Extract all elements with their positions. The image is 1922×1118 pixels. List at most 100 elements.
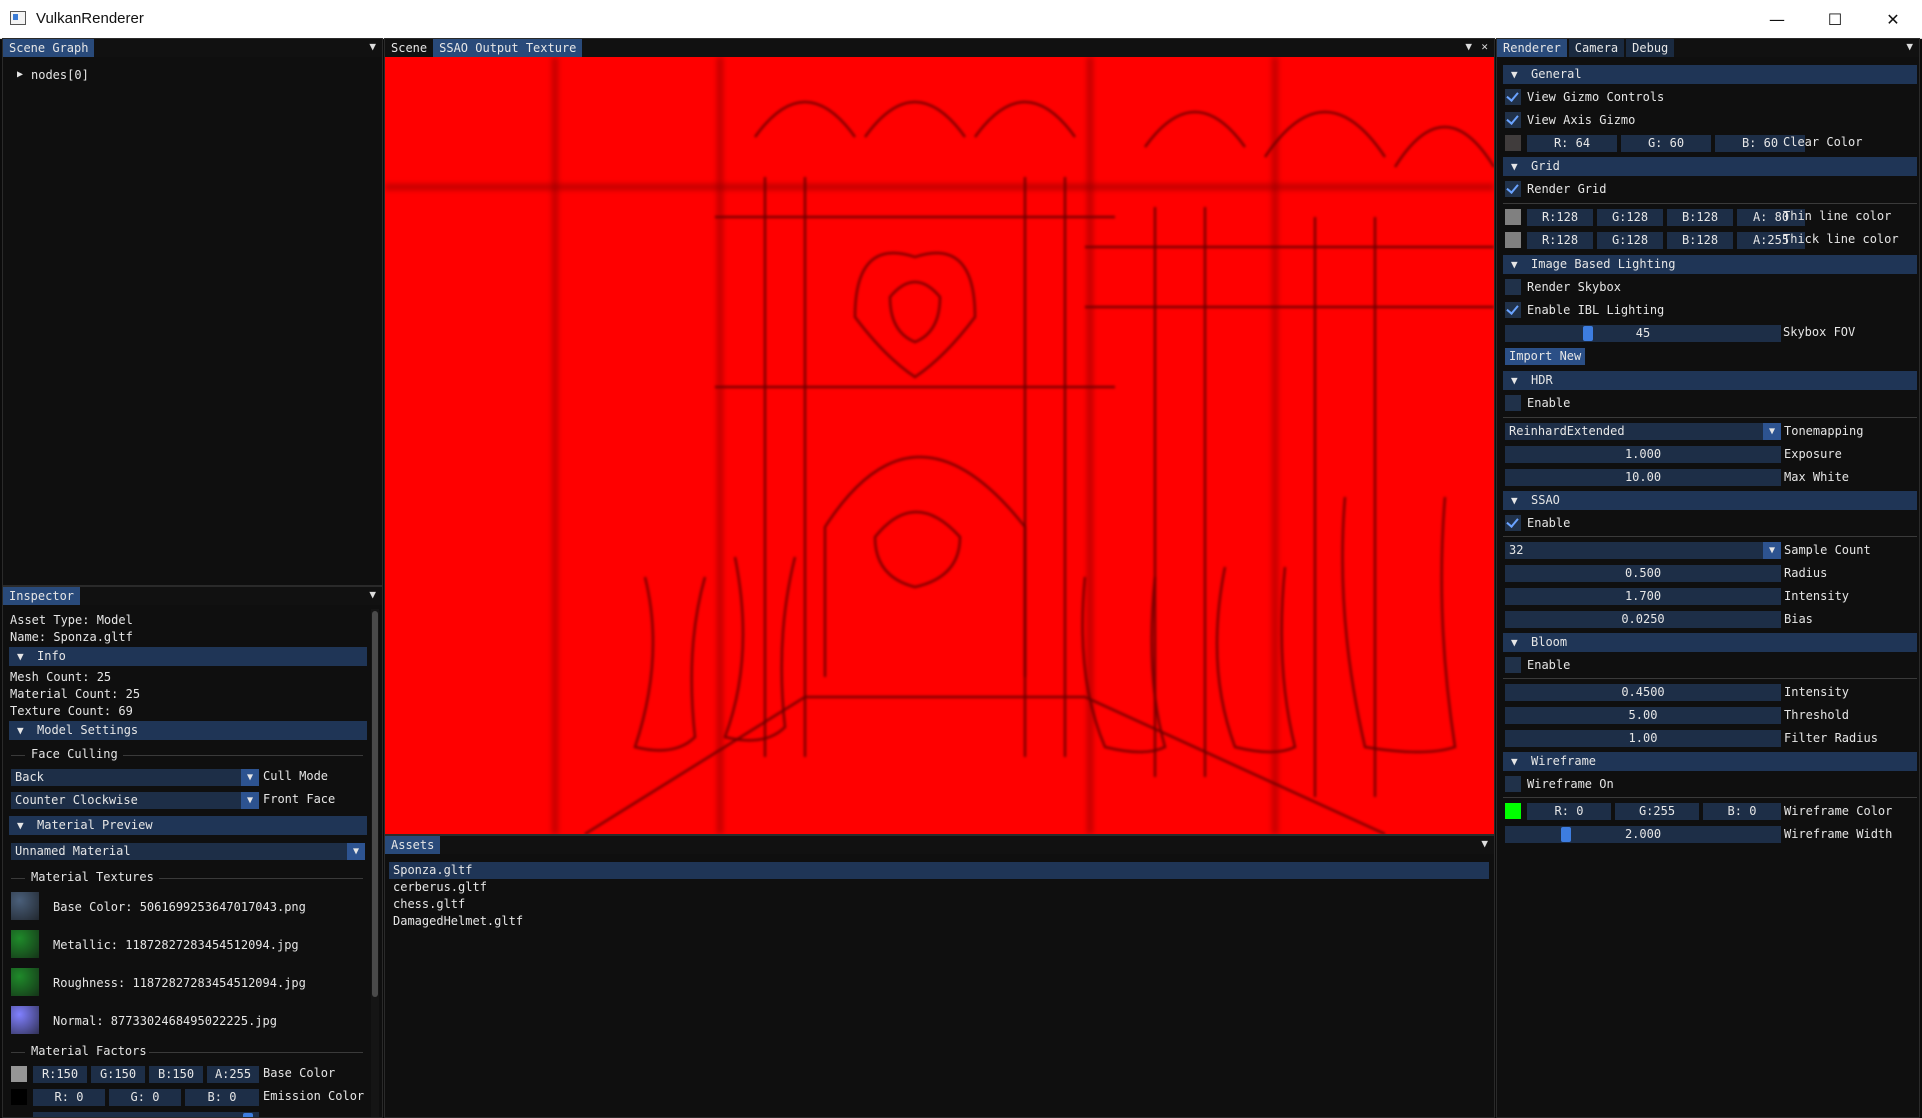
wireframe-color-b[interactable]: B: 0 <box>1703 803 1781 820</box>
tree-node[interactable]: nodes[0] <box>31 68 89 82</box>
base-color-g[interactable]: G:150 <box>91 1066 145 1083</box>
tab-camera[interactable]: Camera <box>1568 39 1625 57</box>
import-new-button[interactable]: Import New <box>1505 348 1586 365</box>
chevron-down-icon: ▼ <box>347 843 365 860</box>
clear-color-swatch[interactable] <box>1505 135 1521 151</box>
texture-thumbnail-roughness[interactable] <box>11 968 39 996</box>
asset-item[interactable]: DamagedHelmet.gltf <box>393 914 523 928</box>
assets-tabbar: Assets <box>385 836 1494 854</box>
tab-renderer[interactable]: Renderer <box>1497 39 1567 57</box>
material-combo[interactable]: Unnamed Material ▼ <box>11 843 365 860</box>
wireframe-color-swatch[interactable] <box>1505 803 1521 819</box>
bloom-header[interactable]: Bloom <box>1503 633 1917 652</box>
asset-item[interactable]: Sponza.gltf <box>393 863 472 877</box>
material-count: Material Count: 25 <box>10 687 141 701</box>
thin-line-b[interactable]: B:128 <box>1667 209 1733 226</box>
ssao-enable-checkbox[interactable] <box>1505 515 1521 531</box>
emission-color-b[interactable]: B: 0 <box>185 1089 259 1106</box>
close-button[interactable]: ✕ <box>1864 0 1922 38</box>
thick-line-b[interactable]: B:128 <box>1667 232 1733 249</box>
enable-ibl-checkbox[interactable] <box>1505 302 1521 318</box>
exposure-slider[interactable]: 1.000 <box>1505 446 1781 463</box>
general-header[interactable]: General <box>1503 65 1917 84</box>
thick-line-g[interactable]: G:128 <box>1597 232 1663 249</box>
emission-color-g[interactable]: G: 0 <box>109 1089 181 1106</box>
view-gizmo-checkbox[interactable] <box>1505 89 1521 105</box>
skybox-fov-grab[interactable] <box>1583 326 1593 341</box>
texture-roughness: Roughness: 11872827283454512094.jpg <box>53 976 306 990</box>
tab-debug[interactable]: Debug <box>1626 39 1675 57</box>
maximize-button[interactable]: ☐ <box>1806 0 1864 38</box>
threshold-slider[interactable]: 5.00 <box>1505 707 1781 724</box>
thick-line-r[interactable]: R:128 <box>1527 232 1593 249</box>
tree-expand-icon[interactable]: ▶ <box>17 69 23 80</box>
emission-color-r[interactable]: R: 0 <box>33 1089 105 1106</box>
texture-thumbnail-base-color[interactable] <box>11 892 39 920</box>
minimize-button[interactable]: — <box>1748 0 1806 38</box>
info-header[interactable]: Info <box>9 647 367 666</box>
wireframe-on-checkbox[interactable] <box>1505 776 1521 792</box>
radius-slider[interactable]: 0.500 <box>1505 565 1781 582</box>
asset-item[interactable]: chess.gltf <box>393 897 465 911</box>
hdr-header[interactable]: HDR <box>1503 371 1917 390</box>
wireframe-width-grab[interactable] <box>1561 827 1571 842</box>
base-color-b[interactable]: B:150 <box>149 1066 203 1083</box>
tab-ssao-output[interactable]: SSAO Output Texture <box>433 39 583 57</box>
bias-label: Bias <box>1784 612 1813 626</box>
sample-count-combo[interactable]: 32 ▼ <box>1505 542 1781 559</box>
thin-line-r[interactable]: R:128 <box>1527 209 1593 226</box>
texture-base-color: Base Color: 5061699253647017043.png <box>53 900 306 914</box>
panel-menu-icon[interactable]: ▼ <box>1906 40 1913 53</box>
partial-slider[interactable] <box>33 1112 259 1117</box>
bloom-enable-checkbox[interactable] <box>1505 657 1521 673</box>
material-preview-header[interactable]: Material Preview <box>9 816 367 835</box>
skybox-fov-slider[interactable]: 45 <box>1505 325 1781 342</box>
thin-line-g[interactable]: G:128 <box>1597 209 1663 226</box>
wireframe-header[interactable]: Wireframe <box>1503 752 1917 771</box>
tonemapping-label: Tonemapping <box>1784 424 1864 438</box>
panel-menu-icon[interactable]: ▼ <box>369 40 376 53</box>
tab-inspector[interactable]: Inspector <box>3 587 81 605</box>
tab-scene[interactable]: Scene <box>385 39 433 57</box>
texture-thumbnail-normal[interactable] <box>11 1006 39 1034</box>
asset-item[interactable]: cerberus.gltf <box>393 880 487 894</box>
panel-menu-icon[interactable]: ▼ <box>369 588 376 601</box>
ibl-header[interactable]: Image Based Lighting <box>1503 255 1917 274</box>
panel-menu-icon[interactable]: ▼ <box>1481 837 1488 850</box>
close-icon[interactable]: ✕ <box>1481 40 1488 53</box>
hdr-enable-checkbox[interactable] <box>1505 395 1521 411</box>
tab-scene-graph[interactable]: Scene Graph <box>3 39 95 57</box>
tab-assets[interactable]: Assets <box>385 836 441 854</box>
render-skybox-checkbox[interactable] <box>1505 279 1521 295</box>
ssao-header[interactable]: SSAO <box>1503 491 1917 510</box>
panel-menu-icon[interactable]: ▼ <box>1465 40 1472 53</box>
max-white-slider[interactable]: 10.00 <box>1505 469 1781 486</box>
tonemapping-combo[interactable]: ReinhardExtended ▼ <box>1505 423 1781 440</box>
cull-mode-combo[interactable]: Back ▼ <box>11 769 259 786</box>
ssao-viewport-image[interactable] <box>385 57 1494 834</box>
bloom-intensity-slider[interactable]: 0.4500 <box>1505 684 1781 701</box>
clear-color-g[interactable]: G: 60 <box>1621 135 1711 152</box>
texture-thumbnail-metallic[interactable] <box>11 930 39 958</box>
ssao-intensity-slider[interactable]: 1.700 <box>1505 588 1781 605</box>
wireframe-color-g[interactable]: G:255 <box>1615 803 1699 820</box>
filter-radius-slider[interactable]: 1.00 <box>1505 730 1781 747</box>
inspector-scrollbar-thumb[interactable] <box>372 611 378 997</box>
threshold-label: Threshold <box>1784 708 1850 722</box>
clear-color-r[interactable]: R: 64 <box>1527 135 1617 152</box>
wireframe-color-r[interactable]: R: 0 <box>1527 803 1611 820</box>
base-color-swatch[interactable] <box>11 1066 27 1082</box>
front-face-combo[interactable]: Counter Clockwise ▼ <box>11 792 259 809</box>
slider-grab[interactable] <box>243 1113 253 1117</box>
wireframe-width-slider[interactable]: 2.000 <box>1505 826 1781 843</box>
model-settings-header[interactable]: Model Settings <box>9 721 367 740</box>
render-grid-checkbox[interactable] <box>1505 181 1521 197</box>
thick-line-color-swatch[interactable] <box>1505 232 1521 248</box>
emission-color-swatch[interactable] <box>11 1089 27 1105</box>
bias-slider[interactable]: 0.0250 <box>1505 611 1781 628</box>
base-color-a[interactable]: A:255 <box>207 1066 259 1083</box>
grid-header[interactable]: Grid <box>1503 157 1917 176</box>
view-axis-checkbox[interactable] <box>1505 112 1521 128</box>
base-color-r[interactable]: R:150 <box>33 1066 87 1083</box>
thin-line-color-swatch[interactable] <box>1505 209 1521 225</box>
